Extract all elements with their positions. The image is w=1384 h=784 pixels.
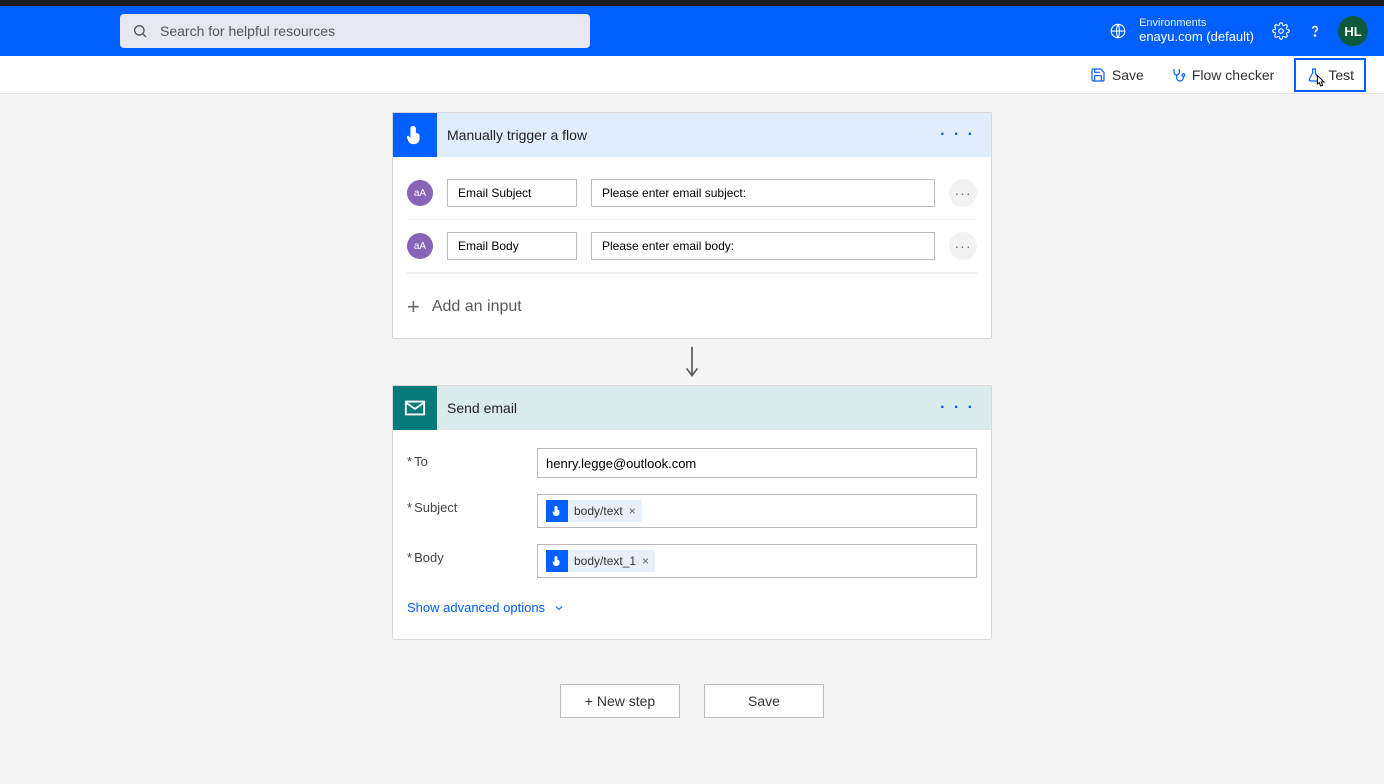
subject-label: *Subject [407, 494, 537, 515]
trigger-input-row: aA Email Subject Please enter email subj… [407, 167, 977, 220]
chevron-down-icon [553, 602, 565, 614]
help-icon [1306, 22, 1324, 40]
dynamic-content-token[interactable]: body/text × [546, 500, 642, 522]
environment-name: enayu.com (default) [1139, 30, 1254, 45]
search-placeholder: Search for helpful resources [160, 23, 335, 39]
connector-arrow [392, 339, 992, 385]
cursor-icon [1312, 74, 1328, 95]
add-input-button[interactable]: + Add an input [407, 288, 977, 320]
dynamic-content-token[interactable]: body/text_1 × [546, 550, 655, 572]
stethoscope-icon [1170, 67, 1186, 83]
environment-icon [1109, 22, 1127, 40]
trigger-header[interactable]: Manually trigger a flow · · · [393, 113, 991, 157]
save-icon [1090, 67, 1106, 83]
footer-save-button[interactable]: Save [704, 684, 824, 718]
app-header: Search for helpful resources Environment… [0, 6, 1384, 56]
to-field[interactable]: henry.legge@outlook.com [537, 448, 977, 478]
environment-label: Environments [1139, 17, 1254, 30]
toolbar: Save Flow checker Test [0, 56, 1384, 94]
to-label: *To [407, 448, 537, 469]
email-title: Send email [437, 400, 924, 416]
trigger-input-row: aA Email Body Please enter email body: ·… [407, 220, 977, 273]
email-card: Send email · · · *To henry.legge@outlook… [392, 385, 992, 640]
flow-checker-button[interactable]: Flow checker [1164, 63, 1280, 87]
subject-field[interactable]: body/text × [537, 494, 977, 528]
trigger-card: Manually trigger a flow · · · aA Email S… [392, 112, 992, 339]
test-button[interactable]: Test [1294, 58, 1366, 92]
show-advanced-options[interactable]: Show advanced options [407, 586, 977, 621]
text-type-icon: aA [407, 180, 433, 206]
input-name-field[interactable]: Email Body [447, 232, 577, 260]
new-step-button[interactable]: + New step [560, 684, 680, 718]
flow-canvas: Manually trigger a flow · · · aA Email S… [0, 94, 1384, 718]
email-icon-box [393, 386, 437, 430]
token-remove-icon[interactable]: × [642, 554, 649, 568]
trigger-more-button[interactable]: · · · [924, 126, 991, 144]
environment-selector[interactable]: Environments enayu.com (default) [1109, 17, 1254, 45]
mail-icon [404, 397, 426, 419]
save-button[interactable]: Save [1084, 63, 1150, 87]
trigger-icon-box [393, 113, 437, 157]
search-icon [132, 23, 148, 39]
body-field[interactable]: body/text_1 × [537, 544, 977, 578]
gear-icon [1272, 22, 1290, 40]
body-label: *Body [407, 544, 537, 565]
input-prompt-field[interactable]: Please enter email body: [591, 232, 935, 260]
user-avatar[interactable]: HL [1338, 16, 1368, 46]
email-header[interactable]: Send email · · · [393, 386, 991, 430]
touch-icon [404, 124, 426, 146]
input-row-more-button[interactable]: ··· [949, 232, 977, 260]
input-row-more-button[interactable]: ··· [949, 179, 977, 207]
help-button[interactable] [1298, 14, 1332, 48]
token-trigger-icon [546, 550, 568, 572]
token-remove-icon[interactable]: × [629, 504, 636, 518]
email-more-button[interactable]: · · · [924, 399, 991, 417]
plus-icon: + [407, 294, 420, 320]
search-input[interactable]: Search for helpful resources [120, 14, 590, 48]
input-name-field[interactable]: Email Subject [447, 179, 577, 207]
token-trigger-icon [546, 500, 568, 522]
footer-actions: + New step Save [0, 684, 1384, 718]
trigger-title: Manually trigger a flow [437, 127, 924, 143]
settings-button[interactable] [1264, 14, 1298, 48]
text-type-icon: aA [407, 233, 433, 259]
input-prompt-field[interactable]: Please enter email subject: [591, 179, 935, 207]
